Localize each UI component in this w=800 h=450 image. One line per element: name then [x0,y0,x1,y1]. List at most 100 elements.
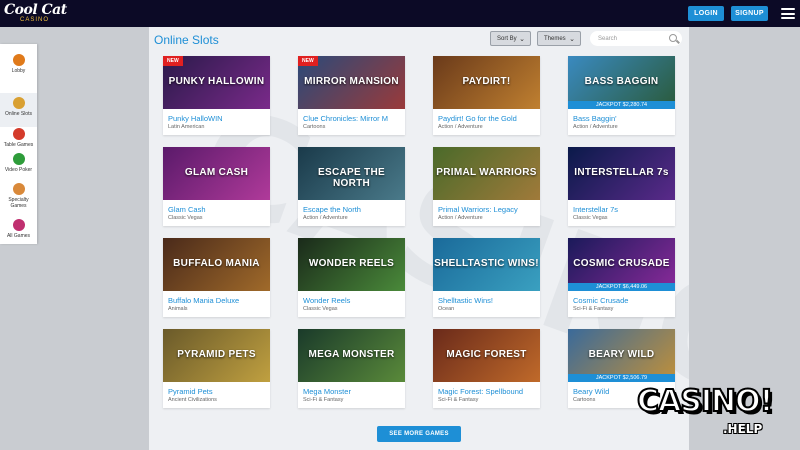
sort-by-label: Sort By [497,35,517,42]
themes-label: Themes [544,35,566,42]
slot-machine-icon [12,97,25,109]
game-category: Classic Vegas [168,215,203,221]
game-thumbnail[interactable]: SHELLTASTIC WINS! [433,238,540,291]
game-thumbnail[interactable]: MIRROR MANSION NEW [298,56,405,109]
signup-button[interactable]: SIGNUP [731,6,768,21]
game-art-title: PYRAMID PETS [177,349,256,360]
game-card[interactable]: COSMIC CRUSADE JACKPOT $6,449.06 Cosmic Cr… [568,238,675,317]
game-name[interactable]: Bass Baggin' [573,114,673,123]
all-games-icon [12,219,25,231]
sidebar-item-video-poker[interactable]: Video Poker [0,149,37,179]
sidebar-item-online-slots[interactable]: Online Slots [0,93,37,127]
game-thumbnail[interactable]: PAYDIRT! [433,56,540,109]
game-thumbnail[interactable]: BEARY WILD JACKPOT $2,506.79 [568,329,675,382]
game-category: Action / Adventure [573,124,618,130]
game-card[interactable]: PAYDIRT! Paydirt! Go for the Gold Action /… [433,56,540,135]
game-thumbnail[interactable]: GLAM CASH [163,147,270,200]
game-name[interactable]: Wonder Reels [303,296,403,305]
menu-icon[interactable] [781,8,795,19]
game-category: Action / Adventure [438,124,483,130]
game-card[interactable]: GLAM CASH Glam Cash Classic Vegas [163,147,270,226]
game-name[interactable]: Shelltastic Wins! [438,296,538,305]
sidebar-item-lobby[interactable]: Lobby [0,50,37,84]
game-card[interactable]: WONDER REELS Wonder Reels Classic Vegas [298,238,405,317]
game-category: Sci-Fi & Fantasy [438,397,479,403]
sidebar-item-label: Specialty Games [8,197,29,209]
game-thumbnail[interactable]: MEGA MONSTER [298,329,405,382]
watermark-main-text: CASINO! [636,383,774,420]
game-art-title: BEARY WILD [588,349,655,360]
sidebar-item-all-games[interactable]: All Games [0,215,37,243]
game-thumbnail[interactable]: MAGIC FOREST [433,329,540,382]
game-card[interactable]: SHELLTASTIC WINS! Shelltastic Wins! Ocean [433,238,540,317]
chevron-down-icon: ⌄ [519,36,525,43]
game-name[interactable]: Cosmic Crusade [573,296,673,305]
game-thumbnail[interactable]: BASS BAGGIN JACKPOT $2,280.74 [568,56,675,109]
game-thumbnail[interactable]: PYRAMID PETS [163,329,270,382]
game-name[interactable]: Pyramid Pets [168,387,268,396]
sidebar-item-label: Online Slots [5,111,32,117]
sort-by-dropdown[interactable]: Sort By ⌄ [490,31,531,46]
game-name[interactable]: Magic Forest: Spellbound [438,387,538,396]
game-card[interactable]: INTERSTELLAR 7s Interstellar 7s Classic Ve… [568,147,675,226]
chevron-down-icon: ⌄ [569,36,575,43]
page-title: Online Slots [154,33,219,47]
game-name[interactable]: Escape the North [303,205,403,214]
sidebar-item-label: Table Games [3,142,34,148]
watermark-sub-text: .HELP [723,422,763,436]
game-name[interactable]: Punky HalloWIN [168,114,268,123]
game-name[interactable]: Clue Chronicles: Mirror M [303,114,403,123]
game-name[interactable]: Interstellar 7s [573,205,673,214]
game-art-title: INTERSTELLAR 7s [574,167,669,178]
game-art-title: BUFFALO MANIA [173,258,260,269]
game-thumbnail[interactable]: PRIMAL WARRIORS [433,147,540,200]
game-thumbnail[interactable]: COSMIC CRUSADE JACKPOT $6,449.06 [568,238,675,291]
game-name[interactable]: Paydirt! Go for the Gold [438,114,538,123]
specialty-icon [12,183,25,195]
game-thumbnail[interactable]: ESCAPE THE NORTH [298,147,405,200]
top-bar: Cool Cat CASINO LOGIN SIGNUP [0,0,800,27]
game-art-title: PRIMAL WARRIORS [436,167,537,178]
game-card[interactable]: MEGA MONSTER Mega Monster Sci-Fi & Fantasy [298,329,405,408]
game-name[interactable]: Mega Monster [303,387,403,396]
game-category: Classic Vegas [303,306,338,312]
game-card[interactable]: BUFFALO MANIA Buffalo Mania Deluxe Animals [163,238,270,317]
game-card[interactable]: MAGIC FOREST Magic Forest: Spellbound Sci-… [433,329,540,408]
game-thumbnail[interactable]: BUFFALO MANIA [163,238,270,291]
game-thumbnail[interactable]: INTERSTELLAR 7s [568,147,675,200]
game-card[interactable]: PUNKY HALLOWIN NEW Punky HalloWIN Latin Ame… [163,56,270,135]
game-card[interactable]: ESCAPE THE NORTH Escape the North Action /… [298,147,405,226]
game-card[interactable]: PRIMAL WARRIORS Primal Warriors: Legacy Ac… [433,147,540,226]
game-name[interactable]: Buffalo Mania Deluxe [168,296,268,305]
see-more-games-button[interactable]: SEE MORE GAMES [377,426,461,442]
themes-dropdown[interactable]: Themes ⌄ [537,31,581,46]
game-art-title: ESCAPE THE NORTH [318,167,385,189]
game-card[interactable]: MIRROR MANSION NEW Clue Chronicles: Mirror… [298,56,405,135]
game-thumbnail[interactable]: PUNKY HALLOWIN NEW [163,56,270,109]
roulette-icon [12,128,25,140]
game-name[interactable]: Primal Warriors: Legacy [438,205,538,214]
game-thumbnail[interactable]: WONDER REELS [298,238,405,291]
game-art-title: PUNKY HALLOWIN [168,76,265,87]
casino-help-watermark: CASINO! .HELP [636,383,787,440]
search-input[interactable]: Search [590,31,682,46]
game-name[interactable]: Glam Cash [168,205,268,214]
game-category: Cartoons [303,124,326,130]
new-badge: NEW [298,56,318,66]
game-art-title: GLAM CASH [184,167,249,178]
search-icon[interactable] [669,34,677,42]
login-button[interactable]: LOGIN [688,6,724,21]
lobby-icon [12,54,25,66]
game-art-title: BASS BAGGIN [584,76,659,87]
game-category: Action / Adventure [438,215,483,221]
game-art-title: MEGA MONSTER [308,349,395,360]
game-category: Animals [168,306,188,312]
game-card[interactable]: BASS BAGGIN JACKPOT $2,280.74 Bass Baggin'… [568,56,675,135]
category-sidebar: Lobby Online Slots Table Games Video Poker S… [0,44,37,244]
game-art-title: MIRROR MANSION [304,76,399,87]
jackpot-banner: JACKPOT $2,280.74 [568,101,675,109]
sidebar-item-specialty-games[interactable]: Specialty Games [0,179,37,215]
jackpot-banner: JACKPOT $2,506.79 [568,374,675,382]
cool-cat-logo[interactable]: Cool Cat [4,2,67,18]
game-card[interactable]: PYRAMID PETS Pyramid Pets Ancient Civiliza… [163,329,270,408]
